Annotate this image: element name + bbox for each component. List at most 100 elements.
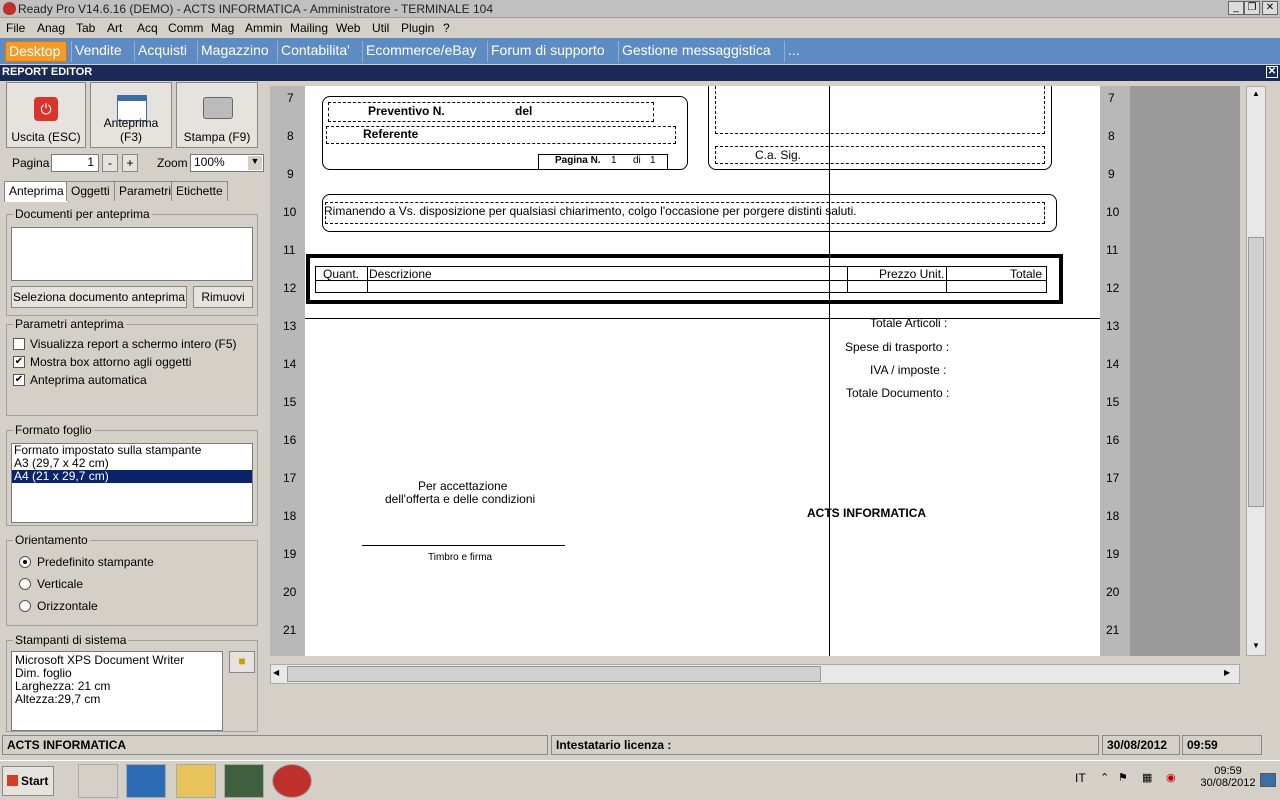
scroll-up-icon[interactable]: ▲ [1249, 89, 1263, 101]
page-input[interactable]: 1 [51, 154, 99, 172]
tab-acquisti[interactable]: Acquisti [134, 41, 190, 62]
preview-params-title: Parametri anteprima [13, 317, 126, 331]
minimize-button[interactable]: _ [1228, 1, 1244, 15]
tab-magazzino[interactable]: Magazzino [197, 41, 272, 62]
orient-default-label: Predefinito stampante [37, 555, 154, 569]
menu-file[interactable]: File [6, 21, 25, 35]
tray-expand-icon[interactable]: ⌃ [1100, 771, 1109, 784]
report-editor-close-button[interactable]: ✕ [1266, 66, 1278, 78]
orient-horizontal-radio[interactable] [19, 600, 31, 612]
printer-title: Stampanti di sistema [13, 633, 129, 647]
status-license: Intestatario licenza : [551, 735, 1099, 755]
docs-list[interactable] [11, 227, 253, 281]
left-panel: ⏻ Uscita (ESC) Anteprima (F3) Stampa (F9… [0, 82, 264, 732]
report-editor-title: REPORT EDITOR [2, 66, 93, 78]
format-list[interactable]: Formato impostato sulla stampante A3 (29… [11, 443, 253, 523]
del-label: del [515, 104, 533, 118]
volume-icon[interactable]: ◉ [1166, 771, 1176, 784]
menu-web[interactable]: Web [336, 21, 360, 35]
show-box-label: Mostra box attorno agli oggetti [30, 355, 192, 369]
status-bar: ACTS INFORMATICA Intestatario licenza : … [0, 733, 1280, 757]
pagina-label: Pagina N. [555, 155, 601, 166]
iva-imposte: IVA / imposte : [870, 363, 947, 377]
scroll-left-icon[interactable]: ◀ [273, 668, 285, 680]
tab-contabilita[interactable]: Contabilita' [277, 41, 353, 62]
menu-anag[interactable]: Anag [37, 21, 65, 35]
network-icon[interactable]: ▦ [1142, 771, 1152, 784]
tab-anteprima[interactable]: Anteprima [4, 181, 69, 202]
fullscreen-checkbox[interactable] [13, 338, 25, 350]
col-descrizione: Descrizione [369, 267, 432, 281]
powershell-icon[interactable] [126, 764, 166, 798]
col-prezzo: Prezzo Unit. [879, 267, 945, 281]
tab-vendite[interactable]: Vendite [71, 41, 125, 62]
scroll-down-icon[interactable]: ▼ [1249, 641, 1263, 653]
scroll-right-icon[interactable]: ▶ [1224, 668, 1236, 680]
language-indicator[interactable]: IT [1075, 771, 1086, 785]
tab-etichette[interactable]: Etichette [171, 181, 228, 201]
report-editor-header: REPORT EDITOR ✕ [0, 65, 1280, 81]
maximize-button[interactable]: ❐ [1244, 1, 1260, 15]
menu-plugin[interactable]: Plugin [401, 21, 434, 35]
monitor-icon[interactable] [224, 764, 264, 798]
close-button[interactable]: ✕ [1262, 1, 1278, 15]
tab-parametri[interactable]: Parametri [114, 181, 177, 201]
explorer-icon[interactable] [176, 764, 216, 798]
vertical-scrollbar[interactable]: ▲ ▼ [1246, 86, 1266, 656]
menu-comm[interactable]: Comm [168, 21, 203, 35]
menu-acq[interactable]: Acq [137, 21, 158, 35]
separator-line [305, 318, 1100, 319]
menu-mailing[interactable]: Mailing [290, 21, 328, 35]
horizontal-scroll-thumb[interactable] [287, 666, 821, 682]
auto-preview-checkbox[interactable]: ✔ [13, 374, 25, 386]
tab-desktop[interactable]: Desktop [5, 41, 67, 62]
orient-vertical-radio[interactable] [19, 578, 31, 590]
totale-articoli: Totale Articoli : [870, 316, 948, 330]
select-document-button[interactable]: Seleziona documento anteprima [11, 286, 187, 308]
orientation-group: Orientamento Predefinito stampante Verti… [6, 533, 258, 626]
menu-tab[interactable]: Tab [76, 21, 95, 35]
status-company: ACTS INFORMATICA [2, 735, 548, 755]
menu-bar: File Anag Tab Art Acq Comm Mag Ammin Mai… [0, 18, 1280, 38]
tray-clock[interactable]: 09:59 30/08/2012 [1200, 765, 1256, 789]
exit-button[interactable]: ⏻ Uscita (ESC) [6, 82, 86, 148]
horizontal-scrollbar[interactable]: ◀ ▶ [270, 664, 1240, 684]
report-canvas[interactable]: 7 8 9 10 11 12 13 14 15 16 17 18 19 20 2… [270, 86, 1240, 656]
start-button[interactable]: Start [2, 766, 54, 796]
preview-button[interactable]: Anteprima (F3) [90, 82, 172, 148]
orient-default-radio[interactable] [19, 556, 31, 568]
tab-ecommerce[interactable]: Ecommerce/eBay [362, 41, 479, 62]
menu-util[interactable]: Util [372, 21, 389, 35]
menu-mag[interactable]: Mag [211, 21, 234, 35]
status-time: 09:59 [1182, 735, 1262, 755]
pagina-value: 1 [611, 155, 617, 166]
zoom-select[interactable]: 100% ▼ [190, 154, 264, 172]
main-tab-strip: Desktop Vendite Acquisti Magazzino Conta… [0, 38, 1280, 64]
print-button[interactable]: Stampa (F9) [176, 82, 258, 148]
app-icon [3, 2, 16, 15]
strawberry-app-icon[interactable] [272, 764, 312, 798]
tab-forum[interactable]: Forum di supporto [487, 41, 608, 62]
flag-icon[interactable]: ⚑ [1118, 771, 1128, 784]
chevron-down-icon[interactable]: ▼ [248, 156, 262, 170]
vertical-guide [829, 86, 830, 656]
company-name: ACTS INFORMATICA [807, 506, 927, 520]
show-box-checkbox[interactable]: ✔ [13, 356, 25, 368]
menu-art[interactable]: Art [107, 21, 122, 35]
format-group: Formato foglio Formato impostato sulla s… [6, 423, 258, 526]
format-item-selected[interactable]: A4 (21 x 29,7 cm) [12, 470, 252, 483]
remove-document-button[interactable]: Rimuovi [193, 286, 253, 308]
col-totale: Totale [1010, 267, 1043, 281]
page-next-button[interactable]: + [122, 154, 138, 172]
show-desktop-icon[interactable] [1260, 773, 1276, 787]
folder-icon[interactable]: ■ [229, 651, 255, 673]
vertical-scroll-thumb[interactable] [1248, 237, 1264, 507]
menu-help[interactable]: ? [443, 21, 450, 35]
menu-ammin[interactable]: Ammin [245, 21, 282, 35]
tab-more[interactable]: ... [784, 41, 803, 62]
page-prev-button[interactable]: - [102, 154, 118, 172]
tab-oggetti[interactable]: Oggetti [66, 181, 115, 201]
computer-icon[interactable] [78, 764, 118, 798]
tab-messaggistica[interactable]: Gestione messaggistica [618, 41, 774, 62]
zoom-label: Zoom [157, 156, 188, 170]
